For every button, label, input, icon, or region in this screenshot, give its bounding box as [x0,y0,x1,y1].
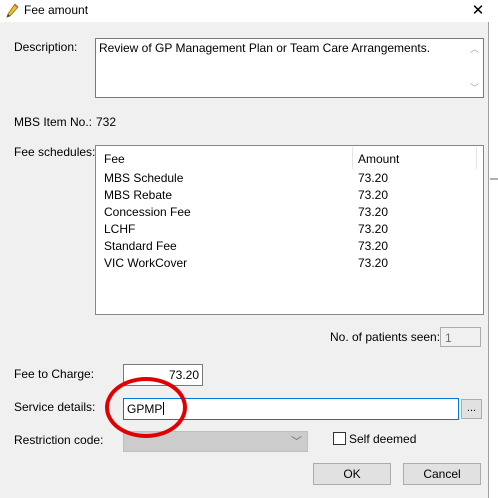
close-button[interactable]: ✕ [468,1,488,21]
fee-amount: 73.20 [358,222,389,236]
fee-amount: 73.20 [358,239,389,253]
list-header: Fee Amount [96,146,483,170]
column-header-amount[interactable]: Amount [358,152,399,166]
restriction-code-label: Restriction code: [14,433,104,447]
fee-amount-dialog: Fee amount ✕ Description: Review of GP M… [0,0,489,498]
fee-amount: 73.20 [358,188,389,202]
description-label: Description: [14,40,78,54]
fee-amount: 73.20 [358,256,389,270]
fee-name: Standard Fee [104,239,177,253]
list-item[interactable]: Concession Fee 73.20 [96,204,483,221]
mbs-item-label: MBS Item No.: [14,115,93,129]
description-text: Review of GP Management Plan or Team Car… [99,41,431,55]
ok-button[interactable]: OK [313,463,391,485]
title-bar: Fee amount ✕ [0,0,489,22]
fee-name: MBS Schedule [104,171,184,185]
scroll-up-icon[interactable]: ︿ [470,42,479,55]
list-item[interactable]: MBS Schedule 73.20 [96,170,483,187]
close-icon: ✕ [471,2,485,19]
patients-seen-label: No. of patients seen: [330,330,441,344]
list-item[interactable]: LCHF 73.20 [96,221,483,238]
description-field[interactable]: Review of GP Management Plan or Team Car… [95,38,484,98]
list-item[interactable]: VIC WorkCover 73.20 [96,255,483,272]
column-divider [476,147,477,169]
cancel-button[interactable]: Cancel [403,463,481,485]
window-title: Fee amount [24,3,89,17]
fee-schedules-label: Fee schedules: [14,145,96,159]
self-deemed-label[interactable]: Self deemed [349,432,416,446]
service-details-browse-button[interactable]: ... [461,399,482,419]
background-window [490,0,498,498]
fee-to-charge-label: Fee to Charge: [14,367,95,381]
fee-schedules-list[interactable]: Fee Amount MBS Schedule 73.20 MBS Rebate… [95,145,484,315]
fee-name: VIC WorkCover [104,256,188,270]
pencil-icon [6,3,19,18]
self-deemed-checkbox[interactable] [333,432,346,445]
patients-seen-field: 1 [440,327,481,347]
list-item[interactable]: Standard Fee 73.20 [96,238,483,255]
fee-amount: 73.20 [358,205,389,219]
fee-name: Concession Fee [104,205,191,219]
description-scrollbar[interactable]: ︿ ﹀ [466,39,483,97]
column-header-fee[interactable]: Fee [104,152,125,166]
annotation-circle [105,377,187,438]
background-divider [490,178,498,180]
scroll-down-icon[interactable]: ﹀ [470,81,479,94]
fee-amount: 73.20 [358,171,389,185]
column-divider [352,147,353,169]
chevron-down-icon: ﹀ [291,436,302,448]
fee-name: LCHF [104,222,136,236]
fee-name: MBS Rebate [104,188,173,202]
mbs-item-value: 732 [96,115,117,129]
list-item[interactable]: MBS Rebate 73.20 [96,187,483,204]
service-details-label: Service details: [14,400,96,414]
